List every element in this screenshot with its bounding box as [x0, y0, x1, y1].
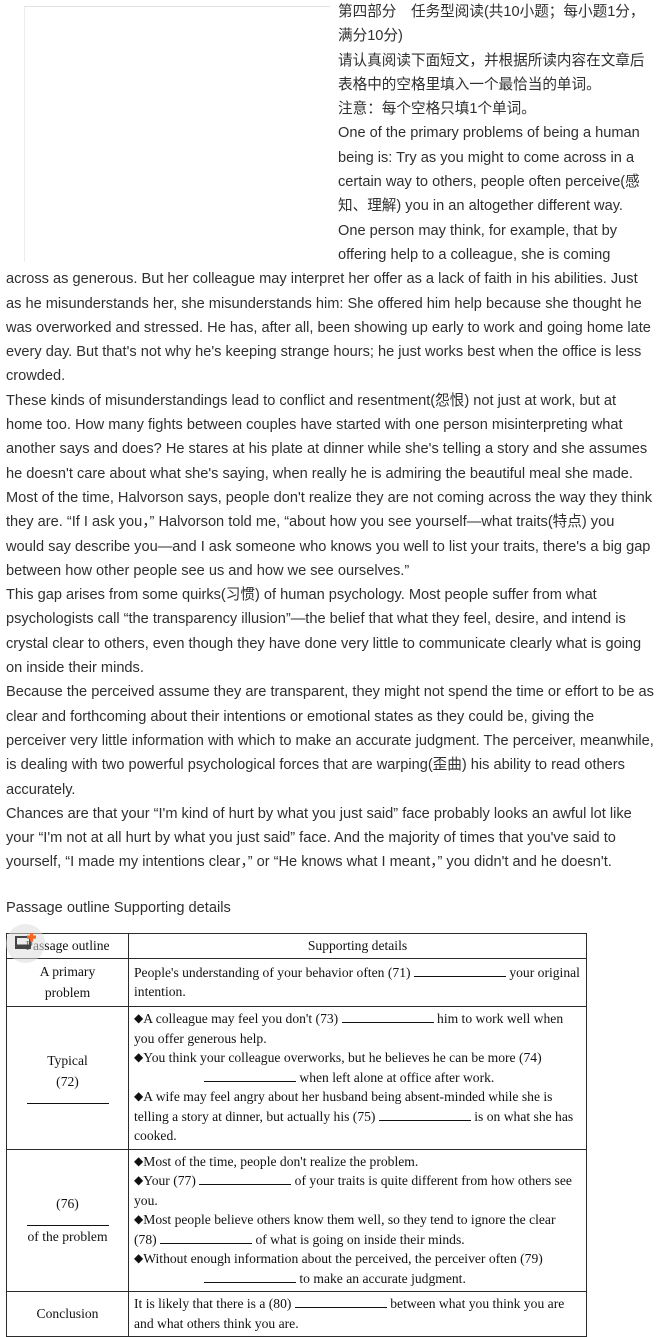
detail-text: A colleague may feel you don't (73) — [143, 1011, 342, 1027]
outline-line: (76) — [56, 1195, 79, 1211]
detail-line: ◆Without enough information about the pe… — [134, 1249, 581, 1288]
paragraph: These kinds of misunderstandings lead to… — [6, 392, 648, 482]
detail-line: People's understanding of your behavior … — [134, 963, 581, 1002]
outline-line: Conclusion — [36, 1306, 99, 1322]
answer-blank — [160, 1232, 253, 1244]
diamond-bullet-icon: ◆ — [134, 1050, 144, 1065]
detail-text: to make an accurate judgment. — [299, 1270, 466, 1286]
detail-line: ◆Most of the time, people don't realize … — [134, 1152, 581, 1172]
answer-blank — [413, 965, 506, 977]
paragraph: Chances are that your “I'm kind of hurt … — [6, 805, 632, 871]
outline-line: Typical — [47, 1053, 88, 1069]
diamond-bullet-icon: ◆ — [134, 1011, 144, 1026]
answer-blank — [341, 1011, 434, 1024]
detail-text: It is likely that there is a (80) — [134, 1296, 295, 1312]
diamond-bullet-icon: ◆ — [134, 1173, 144, 1188]
table-header-row: Passage outline Supporting details — [6, 932, 587, 960]
paragraph: Most of the time, Halvorson says, people… — [6, 489, 653, 579]
detail-text: People's understanding of your behavior … — [134, 964, 414, 980]
detail-text: Most of the time, people don't realize t… — [143, 1153, 419, 1169]
detail-text: Without enough information about the per… — [143, 1251, 543, 1267]
outline-line: problem — [44, 985, 91, 1001]
answer-blank — [204, 1271, 296, 1283]
table-row: A primary problem People's understanding o… — [6, 958, 587, 1008]
detail-text: of what is going on inside their minds. — [255, 1231, 465, 1247]
answer-blank — [378, 1109, 471, 1121]
outline-cell: (76) of the problem — [6, 1148, 129, 1293]
table-caption: Passage outline Supporting details — [6, 899, 231, 916]
answer-blank — [294, 1296, 387, 1309]
column-header-supporting-details: Supporting details — [128, 932, 587, 960]
outline-line: of the problem — [27, 1228, 108, 1244]
diamond-bullet-icon: ◆ — [134, 1251, 144, 1266]
details-cell: ◆A colleague may feel you don't (73) him… — [128, 1006, 587, 1150]
detail-line: ◆You think your colleague overworks, but… — [134, 1048, 581, 1087]
diamond-bullet-icon: ◆ — [134, 1089, 144, 1104]
detail-line: ◆A colleague may feel you don't (73) him… — [134, 1009, 581, 1048]
details-cell: People's understanding of your behavior … — [128, 958, 587, 1008]
paragraph: Because the perceived assume they are tr… — [6, 684, 654, 798]
detail-line: ◆A wife may feel angry about her husband… — [134, 1087, 581, 1146]
table-row: (76) of the problem ◆Most of the time, peo… — [6, 1148, 587, 1293]
outline-cell: Conclusion — [6, 1291, 129, 1337]
add-image-icon[interactable] — [6, 923, 45, 963]
detail-text: Your (77) — [143, 1173, 200, 1189]
details-cell: ◆Most of the time, people don't realize … — [128, 1148, 587, 1293]
detail-text: when left alone at office after work. — [299, 1069, 495, 1085]
diamond-bullet-icon: ◆ — [134, 1212, 144, 1227]
passage-outline-table: Passage outline Supporting details A pri… — [6, 932, 587, 1337]
diamond-bullet-icon: ◆ — [134, 1153, 144, 1168]
answer-blank — [199, 1173, 292, 1186]
paragraph: This gap arises from some quirks(习惯) of … — [6, 587, 642, 677]
detail-line: ◆Your (77) of your traits is quite diffe… — [134, 1171, 581, 1210]
table-row: Typical (72) ◆A colleague may feel you don… — [6, 1006, 587, 1150]
answer-blank — [26, 1215, 109, 1226]
outline-line: A primary — [39, 964, 96, 980]
outline-cell: Typical (72) — [6, 1006, 129, 1150]
answer-blank — [26, 1093, 109, 1105]
image-placeholder — [24, 6, 330, 262]
table-row: Conclusion It is likely that there is a (… — [6, 1291, 587, 1337]
outline-cell: A primary problem — [6, 958, 129, 1008]
outline-line: (72) — [56, 1074, 79, 1090]
detail-line: It is likely that there is a (80) betwee… — [134, 1294, 581, 1333]
article-body: 第四部分 任务型阅读(共10小题；每小题1分，满分10分) 请认真阅读下面短文，… — [0, 0, 656, 920]
detail-text: You think your colleague overworks, but … — [143, 1050, 542, 1066]
detail-line: ◆Most people believe others know them we… — [134, 1210, 581, 1249]
outline-table-container: Passage outline Supporting details A pri… — [0, 920, 656, 1337]
details-cell: It is likely that there is a (80) betwee… — [128, 1291, 587, 1337]
answer-blank — [204, 1070, 296, 1082]
